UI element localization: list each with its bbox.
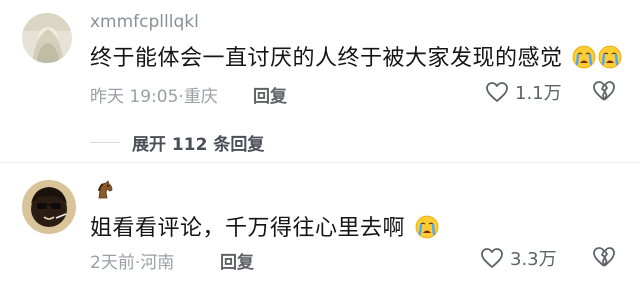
horse-emoji-icon (98, 180, 113, 199)
crying-face-icon (598, 45, 622, 69)
comment-text: 终于能体会一直讨厌的人终于被大家发现的感觉 (90, 40, 622, 72)
like-count: 1.1万 (515, 83, 562, 104)
dislike-button[interactable] (592, 246, 616, 272)
expand-replies-label: 展开 112 条回复 (132, 135, 265, 155)
comment-meta: 2天前·河南 (90, 248, 174, 273)
comment-text-content: 姐看看评论，千万得往心里去啊 (90, 216, 406, 241)
heart-icon (481, 248, 503, 268)
comment-time: 昨天 19:05 (90, 87, 179, 107)
dislike-button[interactable] (592, 80, 616, 106)
reply-button[interactable]: 回复 (253, 82, 287, 107)
comment-2: 姐看看评论，千万得往心里去啊 2天前·河南 回复 3.3万 (0, 170, 640, 295)
username[interactable]: xmmfcplllqkl (90, 12, 199, 32)
comment-text-content: 终于能体会一直讨厌的人终于被大家发现的感觉 (90, 46, 563, 71)
username[interactable] (95, 180, 115, 205)
expand-replies-button[interactable]: 展开 112 条回复 (90, 130, 264, 155)
crying-face-icon (415, 215, 438, 239)
comment-location: 重庆 (183, 87, 218, 107)
comment-1: xmmfcplllqkl 终于能体会一直讨厌的人终于被大家发现的感觉 昨天 19… (0, 0, 640, 130)
like-button[interactable]: 3.3万 (480, 245, 557, 271)
avatar[interactable] (22, 180, 76, 234)
broken-heart-icon (593, 247, 615, 267)
crying-face-icon (572, 45, 596, 69)
comment-time: 2天前 (90, 253, 135, 273)
comment-meta: 昨天 19:05·重庆 (90, 82, 218, 107)
comment-text: 姐看看评论，千万得往心里去啊 (90, 210, 439, 242)
reply-button[interactable]: 回复 (220, 248, 254, 273)
avatar[interactable] (22, 13, 72, 63)
expand-divider-line (90, 142, 120, 143)
like-count: 3.3万 (510, 249, 557, 270)
heart-icon (486, 82, 508, 102)
broken-heart-icon (593, 81, 615, 101)
like-button[interactable]: 1.1万 (485, 79, 562, 105)
comment-divider (0, 162, 640, 163)
comment-location: 河南 (140, 253, 175, 273)
